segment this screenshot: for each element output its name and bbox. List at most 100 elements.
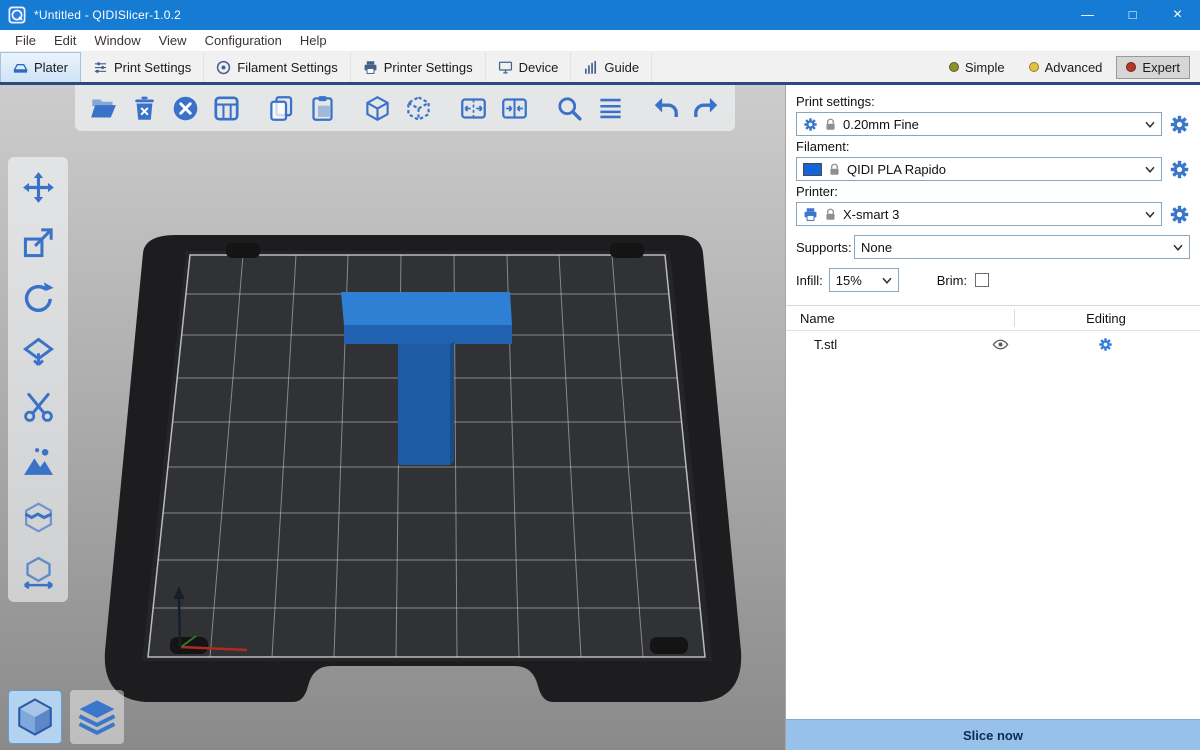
menu-view[interactable]: View bbox=[150, 30, 196, 52]
chevron-down-icon bbox=[882, 277, 892, 284]
add-instance-button[interactable] bbox=[359, 89, 396, 127]
arrange-icon bbox=[213, 95, 240, 122]
preview-layers-button[interactable] bbox=[70, 690, 124, 744]
filament-icon bbox=[216, 60, 231, 75]
device-icon bbox=[498, 60, 513, 75]
brim-checkbox[interactable] bbox=[975, 273, 989, 287]
redo-button[interactable] bbox=[688, 89, 725, 127]
tab-device[interactable]: Device bbox=[486, 52, 572, 82]
copy-button[interactable] bbox=[263, 89, 300, 127]
infill-value: 15% bbox=[836, 273, 862, 288]
tab-printer-settings[interactable]: Printer Settings bbox=[351, 52, 486, 82]
infill-combo[interactable]: 15% bbox=[829, 268, 899, 292]
tab-label: Print Settings bbox=[114, 60, 191, 75]
edit-filament-button[interactable] bbox=[1169, 159, 1190, 180]
window-title: *Untitled - QIDISlicer-1.0.2 bbox=[34, 8, 181, 22]
eye-icon[interactable] bbox=[992, 336, 1009, 353]
left-toolbar bbox=[8, 157, 68, 602]
lock-icon bbox=[824, 208, 837, 221]
mode-expert[interactable]: Expert bbox=[1116, 56, 1190, 79]
undo-icon bbox=[652, 95, 679, 122]
printer-value: X-smart 3 bbox=[843, 207, 899, 222]
place-on-face-icon bbox=[22, 336, 55, 369]
tab-plater[interactable]: Plater bbox=[0, 52, 81, 82]
scale-tool-button[interactable] bbox=[16, 222, 60, 262]
filament-value: QIDI PLA Rapido bbox=[847, 162, 946, 177]
seam-painting-tool-button[interactable] bbox=[16, 497, 60, 537]
cut-tool-button[interactable] bbox=[16, 387, 60, 427]
tab-label: Device bbox=[519, 60, 559, 75]
move-tool-button[interactable] bbox=[16, 167, 60, 207]
close-button[interactable]: × bbox=[1155, 0, 1200, 30]
layers-view-icon bbox=[76, 696, 118, 738]
open-project-button[interactable] bbox=[85, 89, 122, 127]
menu-edit[interactable]: Edit bbox=[45, 30, 85, 52]
search-button[interactable] bbox=[551, 89, 588, 127]
chevron-down-icon bbox=[1145, 211, 1155, 218]
tab-filament-settings[interactable]: Filament Settings bbox=[204, 52, 350, 82]
mode-simple[interactable]: Simple bbox=[939, 56, 1015, 79]
printer-combo[interactable]: X-smart 3 bbox=[796, 202, 1162, 226]
scissors-icon bbox=[22, 391, 55, 424]
mode-label: Expert bbox=[1142, 60, 1180, 75]
mode-label: Simple bbox=[965, 60, 1005, 75]
tab-label: Guide bbox=[604, 60, 639, 75]
tab-guide[interactable]: Guide bbox=[571, 52, 652, 82]
delete-all-button[interactable] bbox=[167, 89, 204, 127]
tab-label: Plater bbox=[34, 60, 68, 75]
tab-bar: Plater Print Settings Filament Settings … bbox=[0, 52, 1200, 85]
arrange-button[interactable] bbox=[208, 89, 245, 127]
split-to-parts-button[interactable] bbox=[496, 89, 533, 127]
edit-printer-button[interactable] bbox=[1169, 204, 1190, 225]
seam-icon bbox=[22, 501, 55, 534]
minimize-button[interactable]: — bbox=[1065, 0, 1110, 30]
object-settings-icon[interactable] bbox=[1098, 337, 1113, 352]
split-to-objects-icon bbox=[460, 95, 487, 122]
paint-supports-icon bbox=[22, 446, 55, 479]
paste-icon bbox=[309, 95, 336, 122]
variable-layer-height-button[interactable] bbox=[592, 89, 629, 127]
remove-instance-button[interactable] bbox=[400, 89, 437, 127]
delete-button[interactable] bbox=[126, 89, 163, 127]
place-on-face-tool-button[interactable] bbox=[16, 332, 60, 372]
slice-now-button[interactable]: Slice now bbox=[786, 719, 1200, 750]
print-settings-label: Print settings: bbox=[796, 94, 1190, 109]
paste-button[interactable] bbox=[304, 89, 341, 127]
top-toolbar bbox=[75, 85, 735, 131]
rotate-tool-button[interactable] bbox=[16, 277, 60, 317]
titlebar: *Untitled - QIDISlicer-1.0.2 — □ × bbox=[0, 0, 1200, 30]
filament-label: Filament: bbox=[796, 139, 1190, 154]
editor-view-button[interactable] bbox=[8, 690, 62, 744]
print-settings-value: 0.20mm Fine bbox=[843, 117, 919, 132]
tab-print-settings[interactable]: Print Settings bbox=[81, 52, 204, 82]
copy-icon bbox=[268, 95, 295, 122]
menu-file[interactable]: File bbox=[6, 30, 45, 52]
viewport-3d[interactable] bbox=[0, 85, 785, 750]
measure-tool-button[interactable] bbox=[16, 552, 60, 592]
menu-help[interactable]: Help bbox=[291, 30, 336, 52]
undo-button[interactable] bbox=[647, 89, 684, 127]
plater-icon bbox=[13, 60, 28, 75]
printer-icon bbox=[363, 60, 378, 75]
measure-icon bbox=[22, 556, 55, 589]
print-settings-combo[interactable]: 0.20mm Fine bbox=[796, 112, 1162, 136]
filament-combo[interactable]: QIDI PLA Rapido bbox=[796, 157, 1162, 181]
delete-all-icon bbox=[172, 95, 199, 122]
maximize-button[interactable]: □ bbox=[1110, 0, 1155, 30]
menu-configuration[interactable]: Configuration bbox=[196, 30, 291, 52]
column-header-editing[interactable]: Editing bbox=[1056, 311, 1156, 326]
edit-print-settings-button[interactable] bbox=[1169, 114, 1190, 135]
supports-combo[interactable]: None bbox=[854, 235, 1190, 259]
split-to-objects-button[interactable] bbox=[455, 89, 492, 127]
view-toggles bbox=[8, 690, 124, 744]
menu-bar: File Edit Window View Configuration Help bbox=[0, 30, 1200, 52]
object-list: Name Editing T.stl bbox=[786, 305, 1200, 358]
menu-window[interactable]: Window bbox=[85, 30, 149, 52]
object-row[interactable]: T.stl bbox=[786, 331, 1200, 358]
move-icon bbox=[22, 171, 55, 204]
column-header-name[interactable]: Name bbox=[800, 311, 835, 326]
printer-label: Printer: bbox=[796, 184, 1190, 199]
brim-label: Brim: bbox=[937, 273, 967, 288]
paint-supports-tool-button[interactable] bbox=[16, 442, 60, 482]
mode-advanced[interactable]: Advanced bbox=[1019, 56, 1113, 79]
